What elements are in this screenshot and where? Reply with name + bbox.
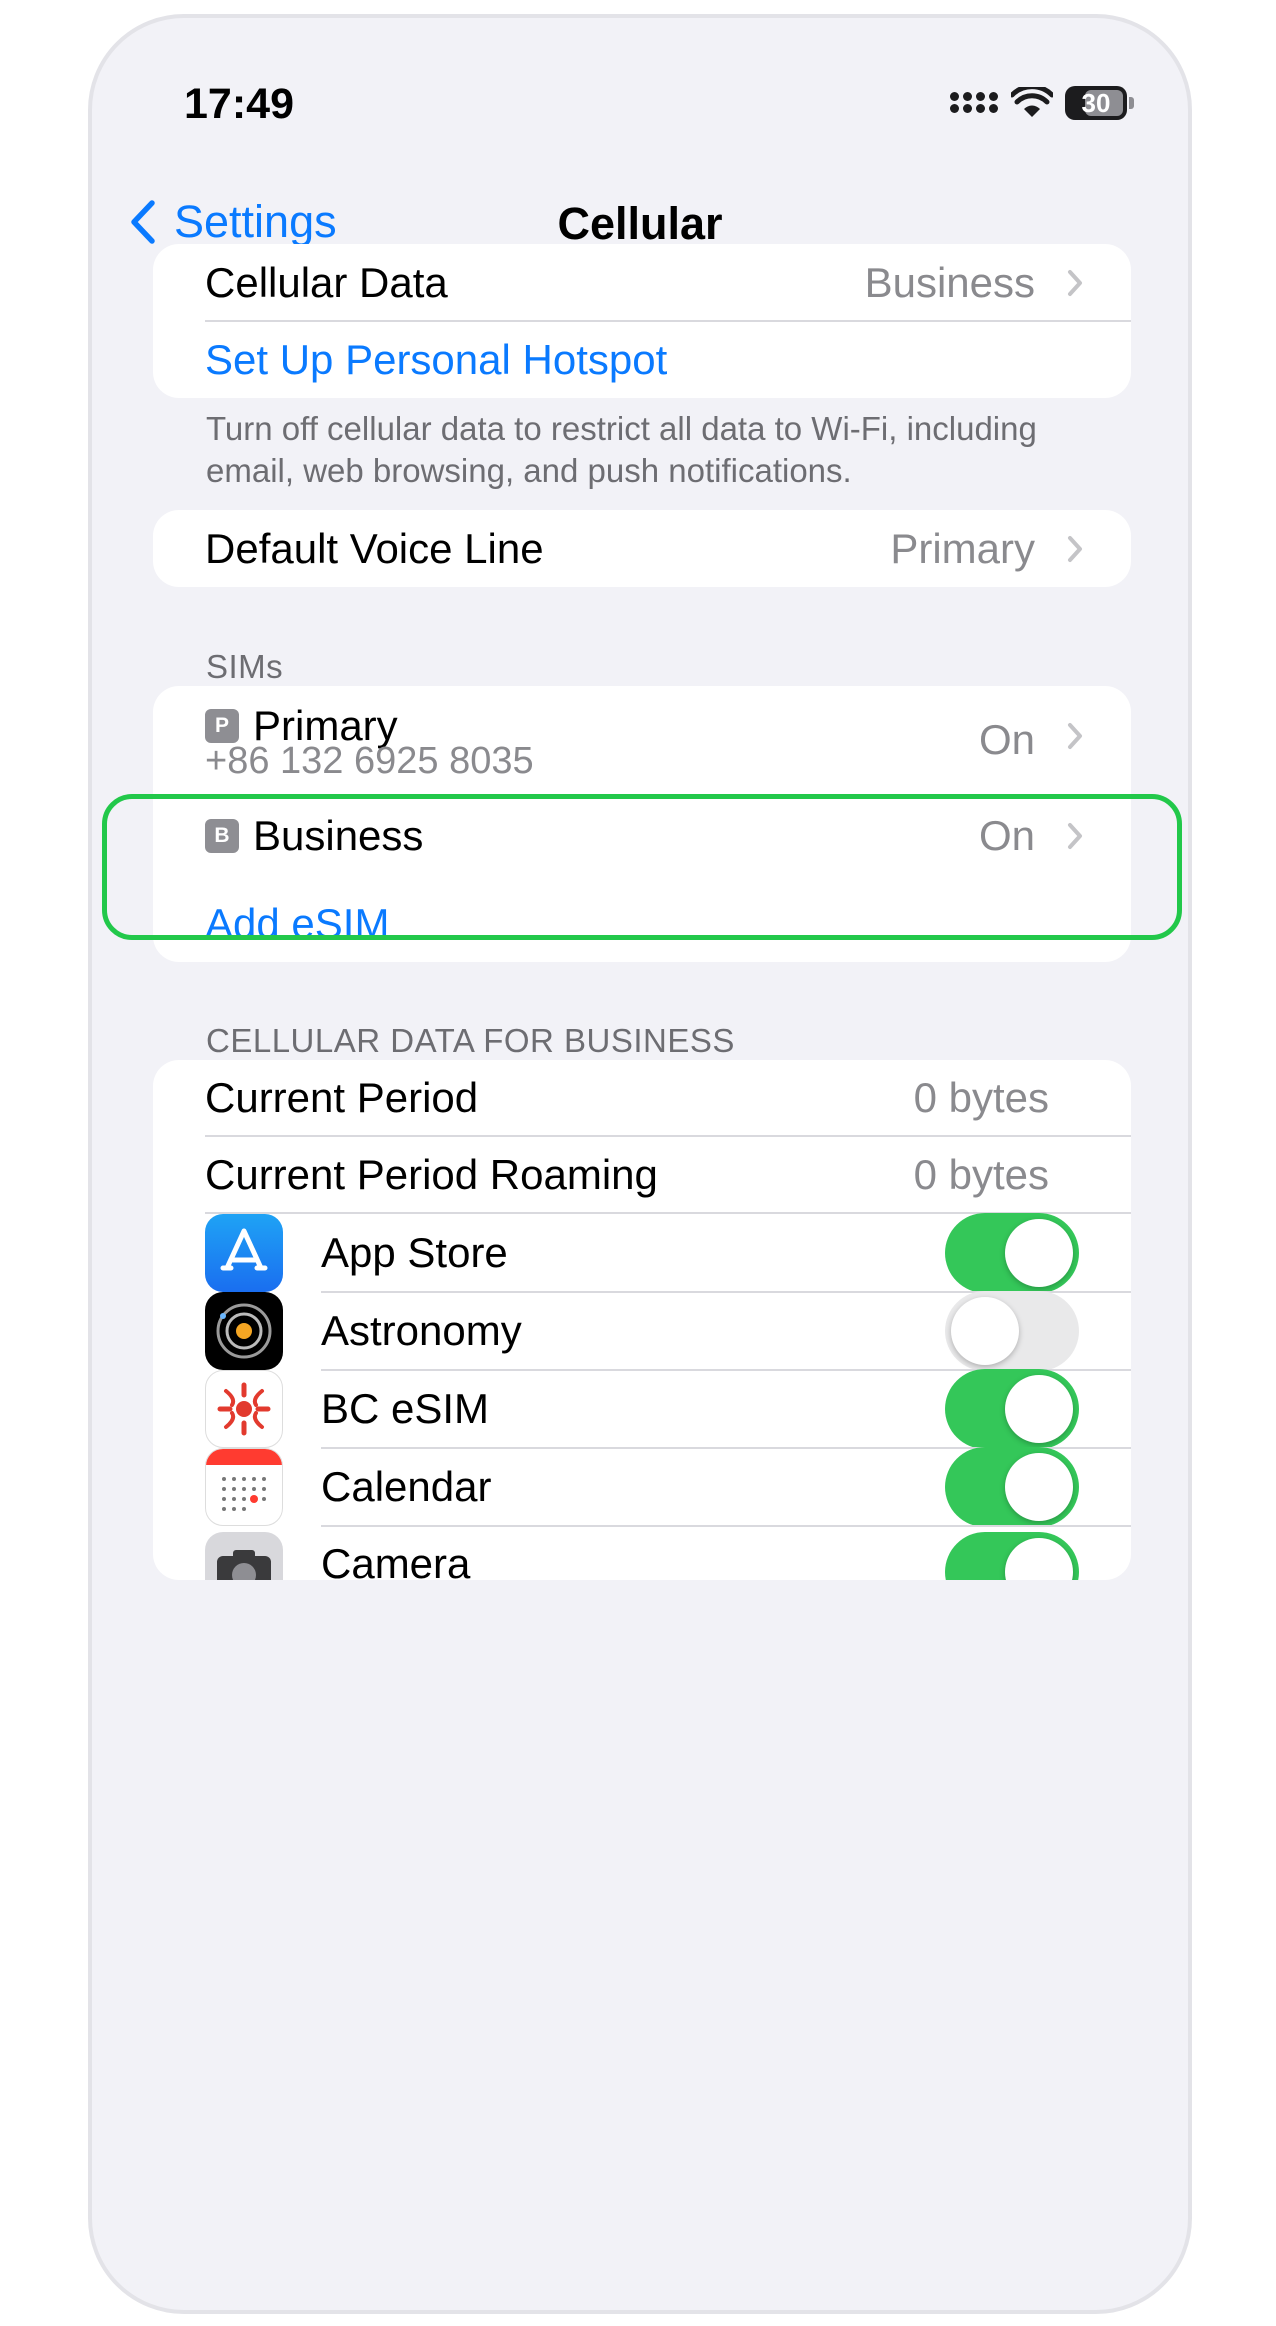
cellular-data-group: Cellular Data Business Set Up Personal H… bbox=[153, 244, 1131, 398]
app-row-bc-esim: BC eSIM bbox=[153, 1368, 1131, 1449]
app-row-camera: Camera bbox=[153, 1526, 1131, 1580]
sim-b-badge: B bbox=[205, 819, 239, 853]
current-period-row: Current Period 0 bytes bbox=[153, 1060, 1131, 1136]
astronomy-icon bbox=[205, 1292, 283, 1370]
cellular-data-footer: Turn off cellular data to restrict all d… bbox=[206, 410, 1037, 489]
current-period-value: 0 bytes bbox=[913, 1074, 1049, 1121]
voice-line-value: Primary bbox=[890, 524, 1035, 572]
add-esim-link: Add eSIM bbox=[205, 900, 390, 947]
default-voice-line-row[interactable]: Default Voice Line Primary bbox=[153, 510, 1131, 587]
chevron-right-icon bbox=[1068, 723, 1082, 749]
sim-primary-number: +86 132 6925 8035 bbox=[205, 740, 534, 782]
cellular-data-row[interactable]: Cellular Data Business bbox=[153, 244, 1131, 321]
sim-primary-row[interactable]: P Primary +86 132 6925 8035 On bbox=[153, 686, 1131, 786]
app-name: Calendar bbox=[321, 1462, 492, 1510]
app-store-icon bbox=[205, 1214, 283, 1292]
cellular-data-label: Cellular Data bbox=[205, 258, 448, 306]
camera-toggle[interactable] bbox=[945, 1532, 1079, 1580]
calendar-toggle[interactable] bbox=[945, 1446, 1079, 1527]
sim-business-name: Business bbox=[253, 812, 424, 859]
app-name: Camera bbox=[321, 1540, 471, 1580]
signal-icon bbox=[950, 92, 999, 114]
chevron-left-icon bbox=[131, 200, 155, 244]
status-time: 17:49 bbox=[184, 80, 294, 128]
sim-primary-status: On bbox=[978, 716, 1035, 763]
voice-line-label: Default Voice Line bbox=[205, 524, 544, 572]
back-label: Settings bbox=[174, 196, 337, 247]
app-name: Astronomy bbox=[321, 1306, 522, 1354]
chevron-right-icon bbox=[1068, 535, 1082, 562]
chevron-right-icon bbox=[1068, 823, 1082, 849]
battery-cap bbox=[1129, 97, 1134, 109]
current-roaming-label: Current Period Roaming bbox=[205, 1150, 658, 1198]
app-row-app-store: App Store bbox=[153, 1212, 1131, 1293]
hotspot-link: Set Up Personal Hotspot bbox=[205, 336, 668, 383]
sims-group: P Primary +86 132 6925 8035 On B Busines… bbox=[153, 686, 1131, 962]
app-row-astronomy: Astronomy bbox=[153, 1290, 1131, 1371]
sims-header: SIMs bbox=[206, 648, 284, 685]
wifi-icon bbox=[1011, 87, 1053, 117]
bc-esim-toggle[interactable] bbox=[945, 1368, 1079, 1449]
current-roaming-row: Current Period Roaming 0 bytes bbox=[153, 1137, 1131, 1212]
current-roaming-value: 0 bytes bbox=[913, 1150, 1049, 1198]
astronomy-toggle[interactable] bbox=[945, 1290, 1079, 1371]
phone-frame: 17:49 30 Cellular Settings Cellular Data… bbox=[88, 14, 1192, 2314]
current-period-label: Current Period bbox=[205, 1074, 479, 1121]
app-store-toggle[interactable] bbox=[945, 1212, 1079, 1293]
cellular-settings-screen: 17:49 30 Cellular Settings Cellular Data… bbox=[92, 18, 1188, 2310]
chevron-right-icon bbox=[1068, 269, 1082, 296]
bc-esim-icon bbox=[205, 1370, 283, 1448]
calendar-icon bbox=[205, 1448, 283, 1526]
status-icons: 30 bbox=[950, 86, 1134, 120]
app-name: BC eSIM bbox=[321, 1384, 490, 1432]
sim-p-badge: P bbox=[205, 709, 239, 743]
sim-business-row[interactable]: B Business On bbox=[153, 786, 1131, 886]
voice-line-group: Default Voice Line Primary bbox=[153, 510, 1131, 587]
app-row-calendar: Calendar bbox=[153, 1446, 1131, 1527]
usage-group: Current Period 0 bytes Current Period Ro… bbox=[153, 1060, 1131, 1580]
sim-business-status: On bbox=[978, 812, 1035, 859]
cellular-data-value: Business bbox=[864, 258, 1035, 306]
add-esim-row[interactable]: Add eSIM bbox=[153, 886, 1131, 962]
back-button[interactable]: Settings bbox=[130, 196, 337, 248]
battery-level: 30 bbox=[1081, 87, 1111, 118]
usage-header: CELLULAR DATA FOR BUSINESS bbox=[206, 1022, 735, 1059]
app-name: App Store bbox=[321, 1228, 508, 1276]
battery-icon: 30 bbox=[1065, 86, 1127, 120]
hotspot-row[interactable]: Set Up Personal Hotspot bbox=[153, 322, 1131, 398]
camera-icon bbox=[205, 1532, 283, 1580]
